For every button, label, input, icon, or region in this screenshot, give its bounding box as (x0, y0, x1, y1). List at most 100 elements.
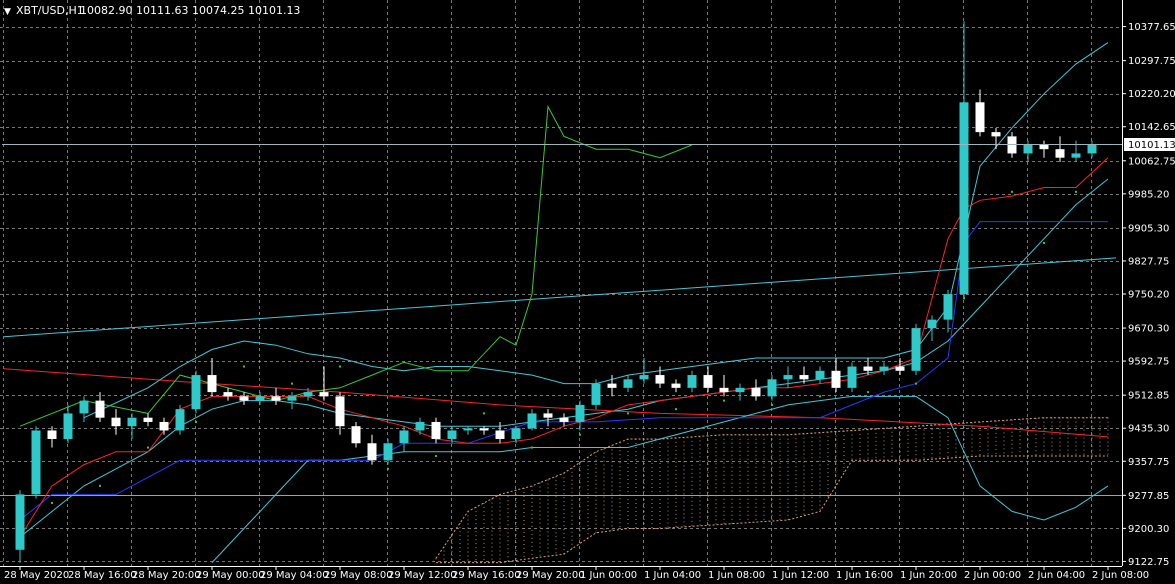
candle-body (735, 387, 745, 393)
candle-body (719, 387, 729, 393)
psar-dot (963, 297, 965, 300)
candle-body (95, 400, 105, 418)
candle-body (815, 370, 825, 380)
candle-body (639, 375, 649, 380)
candle-body (687, 375, 697, 388)
candle-body (1023, 144, 1033, 154)
candle-body (751, 387, 761, 397)
chart-window[interactable]: 10377.65 10297.75 10220.20 10142.65 10062.75… (0, 0, 1175, 584)
time-tick-label: 29 May 12:00 (388, 570, 457, 581)
price-tick-label: 10220.20 (1128, 89, 1175, 100)
candle-body (1039, 144, 1049, 150)
time-tick-label: 1 Jun 00:00 (580, 570, 637, 581)
candle-body (831, 370, 841, 388)
time-tick-label: 1 Jun 20:00 (900, 570, 957, 581)
psar-dot (195, 420, 197, 423)
psar-dot (243, 365, 245, 368)
price-tick-label: 9985.20 (1128, 189, 1169, 200)
time-tick-label: 29 May 04:00 (260, 570, 329, 581)
psar-dot (435, 455, 437, 458)
candle-body (511, 428, 521, 439)
time-tick-label: 28 May 2020 (4, 570, 69, 581)
candle-body (847, 366, 857, 388)
price-tick-label: 9750.20 (1128, 289, 1169, 300)
symbol-label: XBT/USD,H1 (16, 4, 84, 17)
psar-dot (867, 391, 869, 394)
candle-body (1055, 149, 1065, 158)
price-tick-label: 10142.65 (1128, 122, 1175, 133)
psar-dot (291, 382, 293, 385)
candle-body (703, 375, 713, 388)
candle-body (559, 417, 569, 422)
psar-dot (51, 501, 53, 504)
time-tick-label: 1 Jun 16:00 (836, 570, 893, 581)
time-tick-label: 1 Jun 04:00 (644, 570, 701, 581)
time-tick-label: 28 May 16:00 (68, 570, 137, 581)
candle (31, 426, 41, 499)
price-tick-label: 9592.75 (1128, 357, 1169, 368)
candle (191, 370, 201, 414)
current-price-value: 10101.13 (1128, 140, 1175, 151)
candle (591, 379, 601, 410)
price-tick-label: 10377.65 (1128, 22, 1175, 33)
candle-body (895, 366, 905, 371)
candle-body (959, 102, 969, 295)
ohlc-values: 10082.90 10111.63 10074.25 10101.13 (80, 4, 300, 17)
candle-body (543, 413, 553, 418)
candle-body (239, 396, 249, 401)
price-tick-label: 9905.30 (1128, 223, 1169, 234)
candle-body (911, 328, 921, 371)
chart-menu-arrow-icon[interactable]: ▼ (4, 7, 11, 17)
price-tick-label: 10062.75 (1128, 156, 1175, 167)
candle-body (591, 383, 601, 405)
psar-dot (483, 412, 485, 415)
candle-body (351, 426, 361, 444)
time-tick-label: 29 May 20:00 (516, 570, 585, 581)
candle-body (111, 417, 121, 427)
price-label: 10101.13 (1124, 138, 1175, 151)
price-tick-label: 9827.75 (1128, 256, 1169, 267)
psar-dot (387, 467, 389, 470)
candle-body (271, 396, 281, 401)
psar-dot (675, 408, 677, 411)
candle-body (975, 102, 985, 133)
price-tick-label: 9670.30 (1128, 324, 1169, 335)
candle-body (863, 366, 873, 371)
candle-body (335, 396, 345, 427)
psar-dot (771, 403, 773, 406)
psar-dot (819, 395, 821, 398)
candle-body (303, 392, 313, 397)
time-tick-label: 2 Jun 08:00 (1092, 570, 1149, 581)
candle-body (191, 375, 201, 410)
candle-body (1087, 144, 1097, 154)
candle-body (655, 375, 665, 384)
chart-canvas[interactable]: 10377.65 10297.75 10220.20 10142.65 10062.75… (0, 0, 1175, 584)
candle-body (463, 428, 473, 431)
psar-dot (579, 433, 581, 436)
candle-body (1071, 153, 1081, 158)
candle-body (783, 375, 793, 380)
candle-body (383, 443, 393, 461)
candle (911, 323, 921, 376)
candle-body (15, 494, 25, 550)
candle-body (607, 383, 617, 388)
candle-body (623, 379, 633, 388)
candle-body (431, 421, 441, 439)
psar-dot (531, 446, 533, 449)
time-tick-label: 29 May 00:00 (196, 570, 265, 581)
time-tick-label: 2 Jun 00:00 (964, 570, 1021, 581)
candle-body (479, 428, 489, 431)
candle-body (79, 400, 89, 414)
candle-body (63, 413, 73, 439)
candle-body (367, 443, 377, 461)
psar-dot (1075, 190, 1077, 193)
psar-dot (1011, 190, 1013, 193)
candle-body (527, 413, 537, 429)
candle-body (223, 392, 233, 397)
candle-body (159, 421, 169, 431)
candle-body (207, 375, 217, 393)
price-tick-label: 9277.85 (1128, 491, 1169, 502)
candle (175, 404, 185, 435)
candle-body (255, 396, 265, 401)
time-tick-label: 29 May 08:00 (324, 570, 393, 581)
